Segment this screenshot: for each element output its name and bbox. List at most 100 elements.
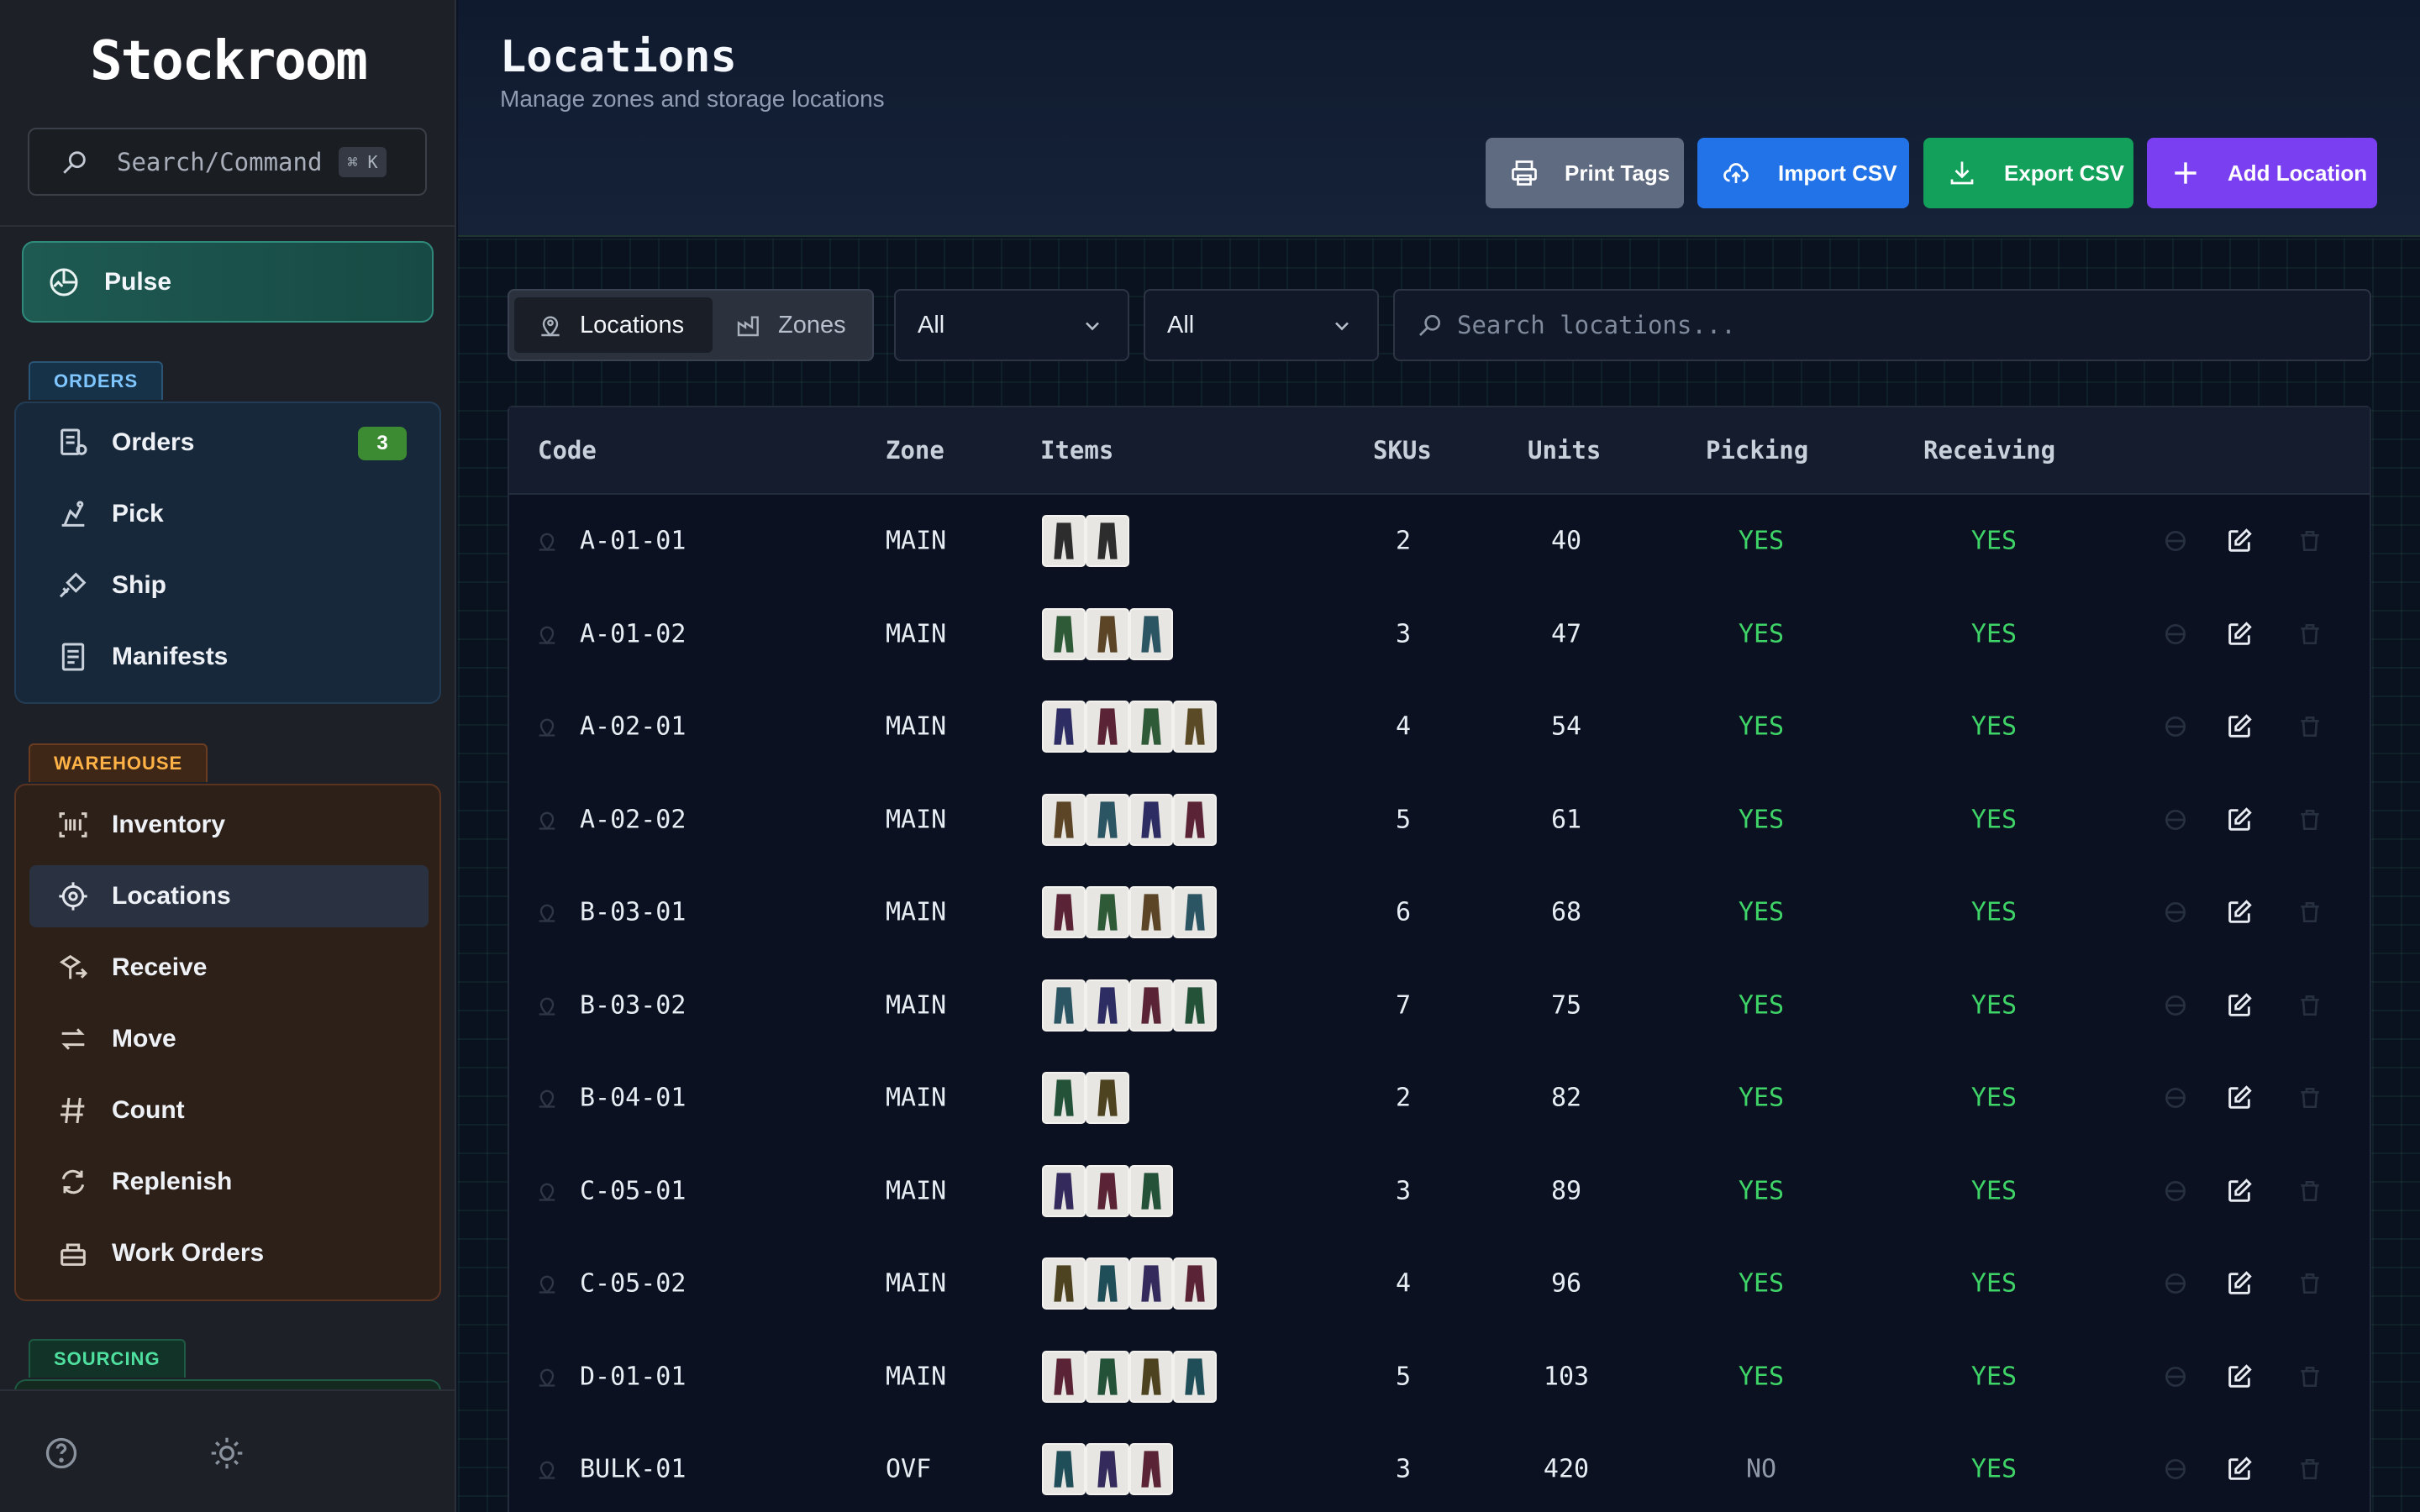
column-units[interactable]: Units <box>1528 436 1601 465</box>
garment-icon <box>1054 987 1074 1024</box>
sidebar-item-receive[interactable]: Receive <box>29 937 429 999</box>
column-picking[interactable]: Picking <box>1706 436 1808 465</box>
tab-zones[interactable]: Zones <box>716 297 871 353</box>
delete-icon[interactable] <box>2294 1453 2326 1485</box>
column-zone[interactable]: Zone <box>886 436 944 465</box>
command-search[interactable]: Search/Command ⌘ K <box>28 128 427 196</box>
cell-code[interactable]: D-01-01 <box>580 1362 686 1391</box>
view-stock-icon[interactable] <box>2160 896 2191 928</box>
sidebar-item-ship[interactable]: Ship <box>29 554 429 617</box>
table-row[interactable]: A-01-01 MAIN 2 40 YES YES <box>509 495 2370 588</box>
item-thumbnail <box>1086 607 1129 660</box>
cell-code[interactable]: A-01-02 <box>580 619 686 648</box>
cell-code[interactable]: A-02-02 <box>580 805 686 834</box>
view-stock-icon[interactable] <box>2160 804 2191 836</box>
print-tags-button[interactable]: Print Tags <box>1486 138 1684 208</box>
sidebar-item-replenish[interactable]: Replenish <box>29 1151 429 1213</box>
garment-icon <box>1141 1451 1161 1488</box>
chevron-down-icon <box>1086 322 1099 331</box>
delete-icon[interactable] <box>2294 1268 2326 1299</box>
table-row[interactable]: D-01-01 MAIN 5 103 YES YES <box>509 1331 2370 1424</box>
table-row[interactable]: A-01-02 MAIN 3 47 YES YES <box>509 588 2370 681</box>
cell-code[interactable]: B-03-01 <box>580 898 686 927</box>
delete-icon[interactable] <box>2294 1175 2326 1207</box>
sidebar-item-orders[interactable]: Orders 3 <box>29 412 429 474</box>
item-thumbnail <box>1086 1443 1129 1496</box>
sidebar-item-pick[interactable]: Pick <box>29 483 429 545</box>
sidebar-item-inventory[interactable]: Inventory <box>29 794 429 856</box>
view-stock-icon[interactable] <box>2160 618 2191 650</box>
column-skus[interactable]: SKUs <box>1373 436 1432 465</box>
cell-code[interactable]: C-05-02 <box>580 1269 686 1299</box>
import-csv-button[interactable]: Import CSV <box>1697 138 1909 208</box>
edit-icon[interactable] <box>2223 1175 2255 1207</box>
sidebar-item-locations[interactable]: Locations <box>29 865 429 927</box>
item-thumbnail <box>1086 979 1129 1032</box>
export-csv-button[interactable]: Export CSV <box>1923 138 2133 208</box>
delete-icon[interactable] <box>2294 711 2326 743</box>
item-thumbnail <box>1129 979 1173 1032</box>
view-stock-icon[interactable] <box>2160 1361 2191 1393</box>
delete-icon[interactable] <box>2294 1082 2326 1114</box>
table-row[interactable]: C-05-01 MAIN 3 89 YES YES <box>509 1145 2370 1238</box>
delete-icon[interactable] <box>2294 896 2326 928</box>
view-stock-icon[interactable] <box>2160 1268 2191 1299</box>
location-pin-icon <box>534 1271 560 1296</box>
edit-icon[interactable] <box>2223 1361 2255 1393</box>
edit-icon[interactable] <box>2223 990 2255 1021</box>
table-row[interactable]: C-05-02 MAIN 4 96 YES YES <box>509 1237 2370 1331</box>
nav-pulse[interactable]: Pulse <box>22 241 434 323</box>
divider <box>0 1389 456 1391</box>
table-row[interactable]: B-03-02 MAIN 7 75 YES YES <box>509 959 2370 1053</box>
view-stock-icon[interactable] <box>2160 990 2191 1021</box>
cell-code[interactable]: A-01-01 <box>580 527 686 556</box>
edit-icon[interactable] <box>2223 804 2255 836</box>
cell-code[interactable]: BULK-01 <box>580 1455 686 1484</box>
edit-icon[interactable] <box>2223 896 2255 928</box>
view-stock-icon[interactable] <box>2160 525 2191 557</box>
cell-code[interactable]: C-05-01 <box>580 1176 686 1205</box>
table-row[interactable]: B-03-01 MAIN 6 68 YES YES <box>509 866 2370 959</box>
sidebar-item-manifests[interactable]: Manifests <box>29 626 429 688</box>
sidebar-item-work-orders[interactable]: Work Orders <box>29 1222 429 1284</box>
table-row[interactable]: B-04-01 MAIN 2 82 YES YES <box>509 1052 2370 1145</box>
view-stock-icon[interactable] <box>2160 1453 2191 1485</box>
filter-select-2[interactable]: All <box>1144 289 1379 361</box>
column-items[interactable]: Items <box>1040 436 1113 465</box>
filter-select-1[interactable]: All <box>894 289 1129 361</box>
table-row[interactable]: BULK-01 OVF 3 420 NO YES <box>509 1423 2370 1512</box>
delete-icon[interactable] <box>2294 1361 2326 1393</box>
column-receiving[interactable]: Receiving <box>1923 436 2055 465</box>
view-stock-icon[interactable] <box>2160 1175 2191 1207</box>
edit-icon[interactable] <box>2223 1453 2255 1485</box>
tab-locations[interactable]: Locations <box>514 297 713 353</box>
delete-icon[interactable] <box>2294 618 2326 650</box>
location-pin-icon <box>534 309 566 341</box>
edit-icon[interactable] <box>2223 711 2255 743</box>
cell-code[interactable]: A-02-01 <box>580 712 686 742</box>
delete-icon[interactable] <box>2294 804 2326 836</box>
location-search-input[interactable]: Search locations... <box>1393 289 2371 361</box>
location-pin-icon <box>534 807 560 832</box>
edit-icon[interactable] <box>2223 618 2255 650</box>
view-stock-icon[interactable] <box>2160 711 2191 743</box>
theme-toggle-icon[interactable] <box>206 1432 248 1474</box>
help-icon[interactable] <box>40 1432 82 1474</box>
view-stock-icon[interactable] <box>2160 1082 2191 1114</box>
cell-skus: 3 <box>1395 1454 1412 1484</box>
add-location-button[interactable]: Add Location <box>2147 138 2377 208</box>
sidebar-item-label: Replenish <box>112 1168 233 1195</box>
cell-code[interactable]: B-03-02 <box>580 990 686 1020</box>
table-row[interactable]: A-02-01 MAIN 4 54 YES YES <box>509 680 2370 774</box>
column-code[interactable]: Code <box>538 436 597 465</box>
sidebar-item-move[interactable]: Move <box>29 1008 429 1070</box>
edit-icon[interactable] <box>2223 1268 2255 1299</box>
edit-icon[interactable] <box>2223 1082 2255 1114</box>
edit-icon[interactable] <box>2223 525 2255 557</box>
garment-icon <box>1054 801 1074 838</box>
table-row[interactable]: A-02-02 MAIN 5 61 YES YES <box>509 774 2370 867</box>
sidebar-item-count[interactable]: Count <box>29 1079 429 1142</box>
delete-icon[interactable] <box>2294 990 2326 1021</box>
delete-icon[interactable] <box>2294 525 2326 557</box>
cell-code[interactable]: B-04-01 <box>580 1084 686 1113</box>
